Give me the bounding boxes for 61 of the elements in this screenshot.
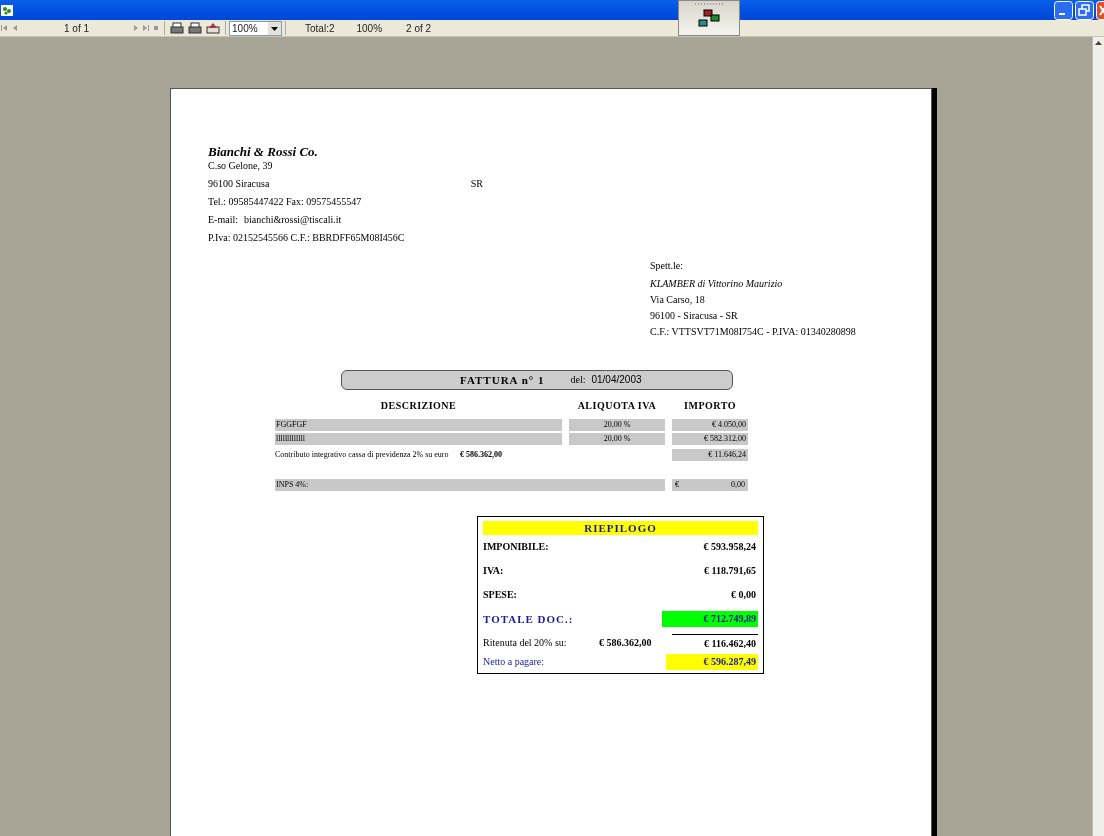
withholding-label: Ritenuta del 20% su: [483,636,568,650]
recipient-city: 96100 - Siracusa - SR [650,309,739,323]
amount-cell: € 582.312,00 [672,433,748,445]
total-count: Total:2 [305,21,335,36]
recipient-label: Spett.le: [650,259,685,273]
summary-label: IVA: [483,564,504,578]
minimize-icon[interactable] [1054,0,1073,20]
email-label: E-mail: [208,213,238,227]
description-cell: lllllllllllll [275,433,562,445]
company-name: Bianchi & Rossi Co. [208,144,319,159]
inps-label: INPS 4%: [275,479,665,491]
company-province: SR [470,177,483,191]
app-icon [1,4,13,16]
company-address: C.so Gelone, 39 [208,159,274,172]
grip-icon[interactable] [695,2,723,6]
net-label: Netto a pagare: [483,655,545,669]
recipient-name: KLAMBER di Vittorino Maurizio [650,277,784,291]
floating-panel[interactable] [678,0,740,36]
currency-symbol: € [675,479,679,491]
contribution-label: Contributo integrativo cassa di previdenza 2% su euro [275,449,450,461]
recipient-tax-ids: C.F.: VTTSVT71M08I754C - P.IVA: 01340280898 [650,325,857,339]
page-count: 2 of 2 [406,21,432,36]
vat-rate-cell: 20,00 % [569,419,665,431]
withholding-base: € 586.362,00 [599,636,653,650]
invoice-date: 01/04/2003 [591,373,642,387]
withholding-value: € 116.462,40 [672,633,758,653]
summary-label: IMPONIBILE: [483,540,549,554]
contribution-base: € 586.362,00 [460,449,503,461]
summary-value: € 712.749,89 [662,611,758,627]
restore-icon[interactable] [1075,0,1094,20]
summary-label: TOTALE DOC.: [483,612,574,627]
zoom-dropdown[interactable]: 100% [229,20,283,36]
inps-amount: 0,00 [731,479,745,491]
summary-title: RIEPILOGO [483,521,758,535]
column-header: DESCRIZIONE [379,399,458,413]
scrollbar[interactable] [1092,37,1104,836]
export-icon[interactable] [206,22,221,34]
invoice-title: FATTURA n° 1 [460,373,545,388]
amount-cell: € 4.050,00 [672,419,748,431]
zoom-level: 100% [356,21,383,36]
summary-label: SPESE: [483,588,517,602]
company-phone: Tel.: 09585447422 Fax: 09575455547 [208,195,363,209]
printer-icon[interactable] [188,22,203,34]
description-cell: FGGFGF [275,419,562,431]
company-tax-ids: P.Iva: 02152545566 C.F.: BBRDFF65M08I456C [208,231,406,245]
net-value: € 596.287,49 [666,654,758,670]
date-label: del: [570,373,586,387]
close-icon[interactable] [1096,0,1104,20]
contribution-amount: € 11.646,24 [672,449,748,461]
company-email: bianchi&rossi@tiscali.it [244,213,342,227]
vat-rate-cell: 20,00 % [569,433,665,445]
page-indicator: 1 of 1 [64,21,90,36]
column-header: IMPORTO [683,399,737,413]
summary-value: € 593.958,24 [703,540,757,554]
recipient-address: Via Carso, 18 [650,293,706,307]
summary-value: € 0,00 [731,588,757,602]
company-city: 96100 Siracusa [208,177,270,191]
column-header: ALIQUOTA IVA [576,399,658,413]
windows-icon[interactable] [698,9,720,29]
printer-icon[interactable] [170,22,185,34]
summary-value: € 118.791,65 [704,564,757,578]
